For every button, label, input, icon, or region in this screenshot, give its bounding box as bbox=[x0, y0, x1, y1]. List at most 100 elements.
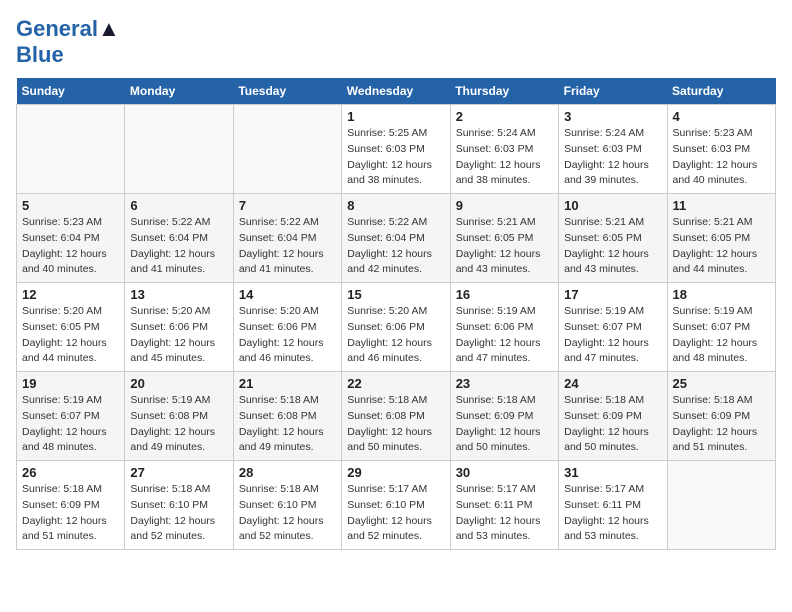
calendar-cell: 25 Sunrise: 5:18 AM Sunset: 6:09 PM Dayli… bbox=[667, 372, 775, 461]
day-info: Sunrise: 5:17 AM Sunset: 6:11 PM Dayligh… bbox=[564, 482, 661, 545]
calendar-cell: 19Sunrise: 5:19 AM Sunset: 6:07 PM Dayli… bbox=[17, 372, 125, 461]
calendar-cell: 22Sunrise: 5:18 AM Sunset: 6:08 PM Dayli… bbox=[342, 372, 450, 461]
day-number: 1 bbox=[347, 109, 444, 124]
calendar-cell: 2 Sunrise: 5:24 AM Sunset: 6:03 PM Daylig… bbox=[450, 105, 558, 194]
day-info: Sunrise: 5:18 AM Sunset: 6:09 PM Dayligh… bbox=[564, 393, 661, 456]
week-row-4: 26 Sunrise: 5:18 AM Sunset: 6:09 PM Dayli… bbox=[17, 461, 776, 550]
day-number: 15 bbox=[347, 287, 444, 302]
day-info: Sunrise: 5:24 AM Sunset: 6:03 PM Dayligh… bbox=[564, 126, 661, 189]
day-number: 18 bbox=[673, 287, 770, 302]
day-info: Sunrise: 5:21 AM Sunset: 6:05 PM Dayligh… bbox=[564, 215, 661, 278]
week-row-1: 5 Sunrise: 5:23 AM Sunset: 6:04 PM Daylig… bbox=[17, 194, 776, 283]
day-info: Sunrise: 5:20 AM Sunset: 6:06 PM Dayligh… bbox=[239, 304, 336, 367]
header-sunday: Sunday bbox=[17, 78, 125, 105]
day-info: Sunrise: 5:23 AM Sunset: 6:03 PM Dayligh… bbox=[673, 126, 770, 189]
calendar-cell: 8 Sunrise: 5:22 AM Sunset: 6:04 PM Daylig… bbox=[342, 194, 450, 283]
calendar-cell: 28 Sunrise: 5:18 AM Sunset: 6:10 PM Dayli… bbox=[233, 461, 341, 550]
day-number: 8 bbox=[347, 198, 444, 213]
day-number: 26 bbox=[22, 465, 119, 480]
day-info: Sunrise: 5:18 AM Sunset: 6:10 PM Dayligh… bbox=[130, 482, 227, 545]
week-row-0: 1 Sunrise: 5:25 AM Sunset: 6:03 PM Daylig… bbox=[17, 105, 776, 194]
logo-text: General▲ Blue bbox=[16, 16, 120, 68]
day-number: 10 bbox=[564, 198, 661, 213]
calendar-cell: 7Sunrise: 5:22 AM Sunset: 6:04 PM Daylig… bbox=[233, 194, 341, 283]
day-info: Sunrise: 5:25 AM Sunset: 6:03 PM Dayligh… bbox=[347, 126, 444, 189]
calendar-cell: 24 Sunrise: 5:18 AM Sunset: 6:09 PM Dayli… bbox=[559, 372, 667, 461]
day-number: 6 bbox=[130, 198, 227, 213]
day-number: 29 bbox=[347, 465, 444, 480]
header-friday: Friday bbox=[559, 78, 667, 105]
calendar-cell: 21Sunrise: 5:18 AM Sunset: 6:08 PM Dayli… bbox=[233, 372, 341, 461]
calendar-cell: 27 Sunrise: 5:18 AM Sunset: 6:10 PM Dayli… bbox=[125, 461, 233, 550]
day-info: Sunrise: 5:21 AM Sunset: 6:05 PM Dayligh… bbox=[456, 215, 553, 278]
day-info: Sunrise: 5:18 AM Sunset: 6:08 PM Dayligh… bbox=[239, 393, 336, 456]
day-number: 11 bbox=[673, 198, 770, 213]
day-number: 24 bbox=[564, 376, 661, 391]
calendar-cell bbox=[125, 105, 233, 194]
day-number: 28 bbox=[239, 465, 336, 480]
day-number: 22 bbox=[347, 376, 444, 391]
day-number: 17 bbox=[564, 287, 661, 302]
calendar-cell: 16 Sunrise: 5:19 AM Sunset: 6:06 PM Dayli… bbox=[450, 283, 558, 372]
week-row-2: 12Sunrise: 5:20 AM Sunset: 6:05 PM Dayli… bbox=[17, 283, 776, 372]
day-number: 20 bbox=[130, 376, 227, 391]
header-tuesday: Tuesday bbox=[233, 78, 341, 105]
day-number: 27 bbox=[130, 465, 227, 480]
day-info: Sunrise: 5:18 AM Sunset: 6:10 PM Dayligh… bbox=[239, 482, 336, 545]
day-number: 16 bbox=[456, 287, 553, 302]
calendar-cell: 20 Sunrise: 5:19 AM Sunset: 6:08 PM Dayli… bbox=[125, 372, 233, 461]
calendar-cell: 6 Sunrise: 5:22 AM Sunset: 6:04 PM Daylig… bbox=[125, 194, 233, 283]
calendar-cell: 14 Sunrise: 5:20 AM Sunset: 6:06 PM Dayli… bbox=[233, 283, 341, 372]
calendar-cell: 3 Sunrise: 5:24 AM Sunset: 6:03 PM Daylig… bbox=[559, 105, 667, 194]
day-info: Sunrise: 5:23 AM Sunset: 6:04 PM Dayligh… bbox=[22, 215, 119, 278]
calendar-body: 1 Sunrise: 5:25 AM Sunset: 6:03 PM Daylig… bbox=[17, 105, 776, 550]
day-info: Sunrise: 5:18 AM Sunset: 6:09 PM Dayligh… bbox=[22, 482, 119, 545]
day-info: Sunrise: 5:18 AM Sunset: 6:09 PM Dayligh… bbox=[673, 393, 770, 456]
calendar-cell: 30 Sunrise: 5:17 AM Sunset: 6:11 PM Dayli… bbox=[450, 461, 558, 550]
calendar-table: SundayMondayTuesdayWednesdayThursdayFrid… bbox=[16, 78, 776, 550]
day-number: 2 bbox=[456, 109, 553, 124]
day-info: Sunrise: 5:24 AM Sunset: 6:03 PM Dayligh… bbox=[456, 126, 553, 189]
header-saturday: Saturday bbox=[667, 78, 775, 105]
day-number: 14 bbox=[239, 287, 336, 302]
calendar-cell: 11 Sunrise: 5:21 AM Sunset: 6:05 PM Dayli… bbox=[667, 194, 775, 283]
day-number: 9 bbox=[456, 198, 553, 213]
day-number: 25 bbox=[673, 376, 770, 391]
day-info: Sunrise: 5:19 AM Sunset: 6:06 PM Dayligh… bbox=[456, 304, 553, 367]
header-thursday: Thursday bbox=[450, 78, 558, 105]
calendar-cell bbox=[233, 105, 341, 194]
calendar-cell bbox=[667, 461, 775, 550]
day-info: Sunrise: 5:22 AM Sunset: 6:04 PM Dayligh… bbox=[347, 215, 444, 278]
day-number: 3 bbox=[564, 109, 661, 124]
day-number: 12 bbox=[22, 287, 119, 302]
calendar-cell: 9 Sunrise: 5:21 AM Sunset: 6:05 PM Daylig… bbox=[450, 194, 558, 283]
header-wednesday: Wednesday bbox=[342, 78, 450, 105]
day-info: Sunrise: 5:17 AM Sunset: 6:11 PM Dayligh… bbox=[456, 482, 553, 545]
day-info: Sunrise: 5:19 AM Sunset: 6:07 PM Dayligh… bbox=[673, 304, 770, 367]
logo: General▲ Blue bbox=[16, 16, 120, 68]
calendar-cell: 23 Sunrise: 5:18 AM Sunset: 6:09 PM Dayli… bbox=[450, 372, 558, 461]
day-info: Sunrise: 5:19 AM Sunset: 6:07 PM Dayligh… bbox=[22, 393, 119, 456]
calendar-cell: 29 Sunrise: 5:17 AM Sunset: 6:10 PM Dayli… bbox=[342, 461, 450, 550]
calendar-cell: 15Sunrise: 5:20 AM Sunset: 6:06 PM Dayli… bbox=[342, 283, 450, 372]
week-row-3: 19Sunrise: 5:19 AM Sunset: 6:07 PM Dayli… bbox=[17, 372, 776, 461]
day-number: 23 bbox=[456, 376, 553, 391]
day-number: 13 bbox=[130, 287, 227, 302]
day-number: 5 bbox=[22, 198, 119, 213]
day-info: Sunrise: 5:21 AM Sunset: 6:05 PM Dayligh… bbox=[673, 215, 770, 278]
calendar-cell: 1 Sunrise: 5:25 AM Sunset: 6:03 PM Daylig… bbox=[342, 105, 450, 194]
day-number: 31 bbox=[564, 465, 661, 480]
day-info: Sunrise: 5:19 AM Sunset: 6:08 PM Dayligh… bbox=[130, 393, 227, 456]
day-info: Sunrise: 5:17 AM Sunset: 6:10 PM Dayligh… bbox=[347, 482, 444, 545]
day-info: Sunrise: 5:22 AM Sunset: 6:04 PM Dayligh… bbox=[239, 215, 336, 278]
day-info: Sunrise: 5:18 AM Sunset: 6:09 PM Dayligh… bbox=[456, 393, 553, 456]
day-info: Sunrise: 5:19 AM Sunset: 6:07 PM Dayligh… bbox=[564, 304, 661, 367]
calendar-cell: 18 Sunrise: 5:19 AM Sunset: 6:07 PM Dayli… bbox=[667, 283, 775, 372]
page-header: General▲ Blue bbox=[16, 16, 776, 68]
day-info: Sunrise: 5:20 AM Sunset: 6:06 PM Dayligh… bbox=[130, 304, 227, 367]
day-number: 4 bbox=[673, 109, 770, 124]
day-info: Sunrise: 5:22 AM Sunset: 6:04 PM Dayligh… bbox=[130, 215, 227, 278]
header-row: SundayMondayTuesdayWednesdayThursdayFrid… bbox=[17, 78, 776, 105]
calendar-cell: 17 Sunrise: 5:19 AM Sunset: 6:07 PM Dayli… bbox=[559, 283, 667, 372]
day-number: 30 bbox=[456, 465, 553, 480]
